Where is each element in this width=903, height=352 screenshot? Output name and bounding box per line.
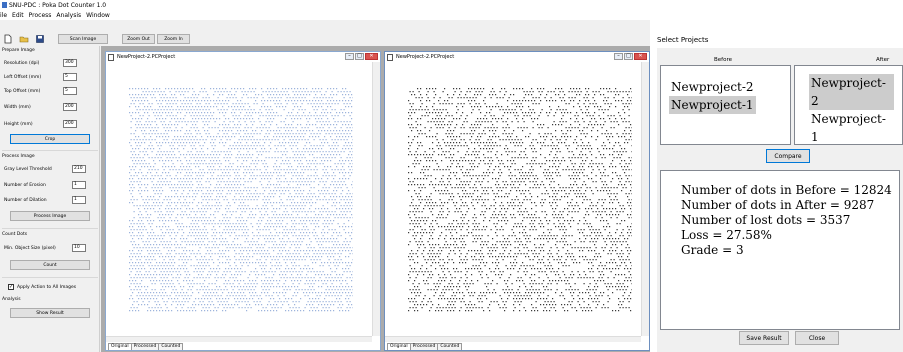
tab-processed[interactable]: Processed [130, 343, 160, 350]
apply-all-checkbox[interactable]: ✓ [8, 284, 14, 290]
image-view-tabs: Original Processed Counted [106, 342, 380, 350]
before-project-list[interactable]: Newproject-2 Newproject-1 [660, 65, 791, 145]
save-result-button[interactable]: Save Result [739, 331, 789, 345]
project-window-processed[interactable]: NewProject-2.PCProject – □ ✕ Original Pr… [384, 51, 650, 351]
open-folder-icon[interactable] [19, 34, 29, 44]
resolution-input[interactable]: 300 [63, 59, 77, 67]
close-icon[interactable]: ✕ [634, 53, 647, 60]
app-titlebar: SNU-PDC : Poka Dot Counter 1.0 [0, 0, 650, 10]
dialog-title: Select Projects [657, 36, 709, 44]
vertical-scrollbar[interactable] [372, 62, 380, 336]
minimize-icon[interactable]: – [345, 53, 354, 60]
menu-bar: ile Edit Process Analysis Window [0, 10, 650, 20]
resolution-label: Resolution (dpi) [4, 61, 40, 66]
apply-all-label: Apply Action to All Images [17, 285, 77, 290]
child-window-title: NewProject-2.PCProject [396, 54, 455, 60]
list-item[interactable]: Newproject-1 [809, 110, 894, 146]
result-dots-after: Number of dots in After = 9287 [681, 198, 875, 212]
tab-counted[interactable]: Counted [437, 343, 463, 350]
left-offset-label: Left Offset (mm) [4, 75, 42, 80]
menu-edit[interactable]: Edit [12, 12, 24, 19]
mdi-workspace: NewProject-2.PCProject – □ ✕ Original Pr… [101, 46, 650, 352]
project-window-original[interactable]: NewProject-2.PCProject – □ ✕ Original Pr… [105, 51, 381, 351]
compare-button[interactable]: Compare [766, 149, 810, 163]
process-image-button[interactable]: Process Image [10, 211, 90, 221]
main-application-window: SNU-PDC : Poka Dot Counter 1.0 ile Edit … [0, 0, 650, 352]
maximize-icon[interactable]: □ [624, 53, 633, 60]
divider [2, 277, 98, 278]
left-offset-input[interactable]: 5 [63, 73, 77, 81]
tab-original[interactable]: Original [387, 343, 411, 350]
width-input[interactable]: 200 [63, 103, 77, 111]
tab-original[interactable]: Original [108, 343, 132, 350]
app-logo-icon [2, 2, 7, 8]
crop-button[interactable]: Crop [10, 134, 90, 144]
zoom-out-button[interactable]: Zoom Out [122, 34, 155, 44]
number-of-erosion-input[interactable]: 1 [72, 181, 86, 189]
scanned-dot-image [128, 87, 353, 312]
number-of-dilation-label: Number of Dilation [4, 198, 47, 203]
analysis-section-title: Analysis [2, 297, 21, 302]
menu-process[interactable]: Process [29, 12, 52, 19]
minimize-icon[interactable]: – [614, 53, 623, 60]
result-grade: Grade = 3 [681, 243, 744, 257]
vertical-scrollbar[interactable] [641, 62, 649, 336]
list-item-selected[interactable]: Newproject-2 [809, 74, 894, 110]
tab-processed[interactable]: Processed [409, 343, 439, 350]
top-offset-label: Top Offset (mm) [4, 89, 41, 94]
show-result-button[interactable]: Show Result [10, 308, 90, 318]
new-file-icon[interactable] [3, 34, 13, 44]
after-list-header: After [876, 57, 890, 63]
min-object-size-label: Min. Object Size (pixel) [4, 246, 56, 251]
dialog-titlebar: Select Projects [657, 36, 903, 48]
menu-analysis[interactable]: Analysis [56, 12, 81, 19]
maximize-icon[interactable]: □ [355, 53, 364, 60]
zoom-in-button[interactable]: Zoom In [157, 34, 190, 44]
control-panel: Prepare Image Resolution (dpi) 300 Left … [0, 46, 100, 352]
result-lost-dots: Number of lost dots = 3537 [681, 213, 851, 227]
menu-window[interactable]: Window [86, 12, 110, 19]
before-list-header: Before [714, 57, 732, 63]
tab-counted[interactable]: Counted [158, 343, 184, 350]
scanned-dot-image [407, 87, 632, 312]
divider [2, 150, 98, 151]
menu-file[interactable]: ile [0, 12, 7, 19]
child-titlebar[interactable]: NewProject-2.PCProject – □ ✕ [106, 52, 380, 62]
scan-image-button[interactable]: Scan Image [58, 34, 108, 44]
gray-level-threshold-input[interactable]: 210 [72, 165, 86, 173]
close-icon[interactable]: ✕ [365, 53, 378, 60]
close-button[interactable]: Close [795, 331, 839, 345]
comparison-results-box: Number of dots in Before = 12824 Number … [660, 170, 900, 330]
number-of-dilation-input[interactable]: 1 [72, 196, 86, 204]
min-object-size-input[interactable]: 10 [72, 244, 86, 252]
divider [2, 228, 98, 229]
document-icon [108, 53, 114, 61]
child-titlebar[interactable]: NewProject-2.PCProject – □ ✕ [385, 52, 649, 62]
save-disk-icon[interactable] [35, 34, 45, 44]
list-item[interactable]: Newproject-2 [669, 78, 782, 96]
select-projects-dialog: Select Projects Before Newproject-2 Newp… [657, 36, 903, 352]
number-of-erosion-label: Number of Erosion [4, 183, 46, 188]
process-image-section-title: Process Image [2, 154, 35, 159]
prepare-image-section-title: Prepare Image [2, 48, 35, 53]
result-dots-before: Number of dots in Before = 12824 [681, 183, 892, 197]
result-loss: Loss = 27.58% [681, 228, 772, 242]
top-offset-input[interactable]: 5 [63, 87, 77, 95]
toolbar: Scan Image Zoom Out Zoom In [0, 32, 650, 46]
image-view-tabs: Original Processed Counted [385, 342, 649, 350]
height-input[interactable]: 200 [63, 120, 77, 128]
list-item-selected[interactable]: Newproject-1 [669, 96, 756, 114]
count-dots-section-title: Count Dots [2, 232, 28, 237]
child-window-title: NewProject-2.PCProject [117, 54, 176, 60]
after-project-list[interactable]: Newproject-2 Newproject-1 [794, 65, 903, 145]
width-label: Width (mm) [4, 105, 31, 110]
document-icon [387, 53, 393, 61]
height-label: Height (mm) [4, 122, 33, 127]
count-button[interactable]: Count [10, 260, 90, 270]
gray-level-threshold-label: Gray Level Threshold [4, 167, 52, 172]
app-title: SNU-PDC : Poka Dot Counter 1.0 [9, 1, 107, 9]
